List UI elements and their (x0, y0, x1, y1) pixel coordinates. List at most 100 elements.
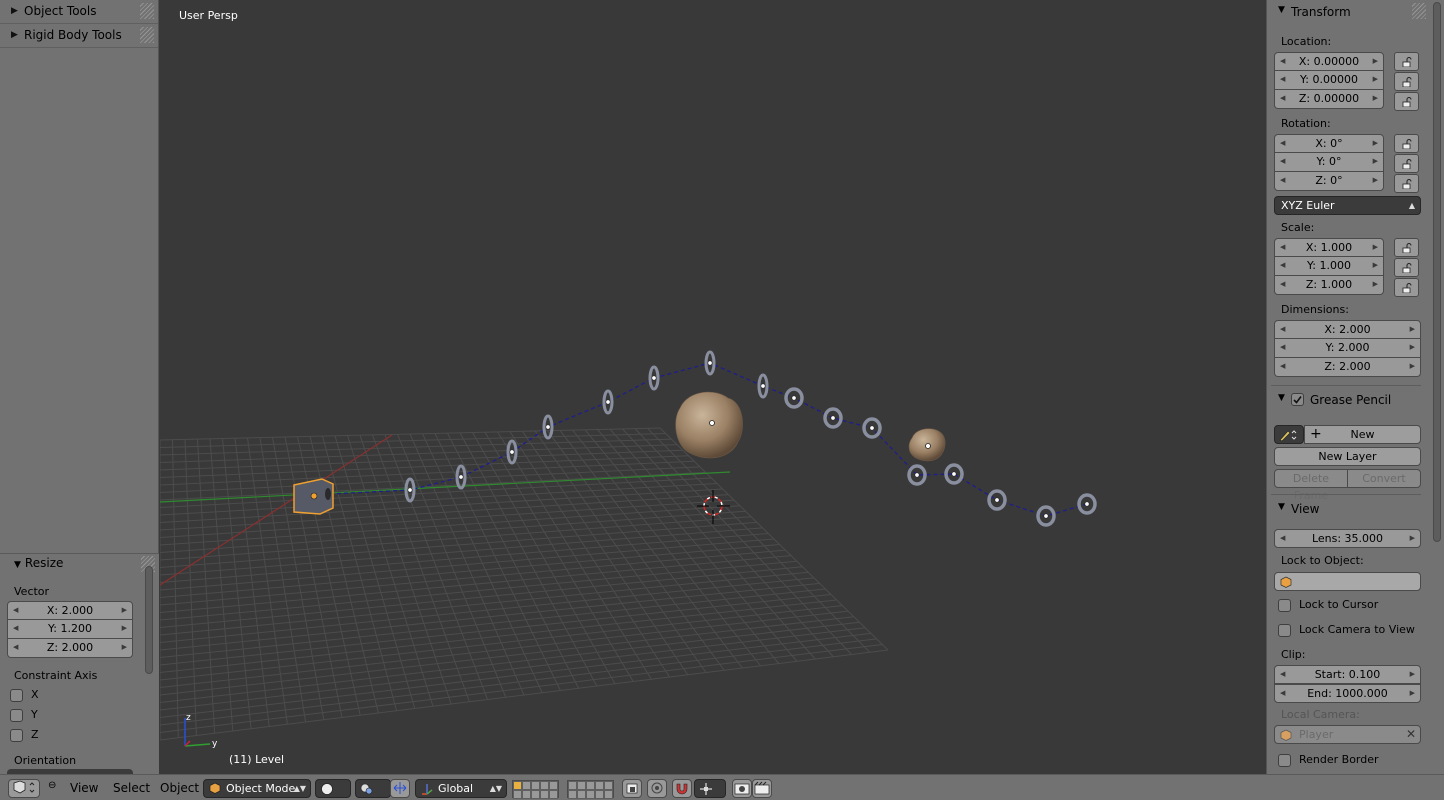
solid-shading-icon (321, 783, 333, 795)
viewport-shading-dropdown[interactable] (315, 779, 351, 798)
convert-button[interactable]: Convert (1347, 469, 1421, 488)
pivot-point-dropdown[interactable] (355, 779, 391, 798)
snap-toggle-button[interactable] (672, 779, 692, 798)
lock-rotation-z-button[interactable] (1394, 174, 1419, 193)
constraint-z-checkbox[interactable]: Z (10, 727, 120, 745)
gizmo-y-label: y (212, 739, 218, 749)
lock-camera-to-view-checkbox[interactable]: Lock Camera to View (1278, 622, 1428, 640)
3d-viewport[interactable]: z y User Persp (11) Level (160, 0, 1266, 774)
ring-markers (404, 350, 1097, 527)
mode-dropdown[interactable]: Object Mode ▲▼ (203, 779, 311, 798)
layer-grid-1[interactable] (512, 780, 559, 799)
properties-scrollbar[interactable] (1433, 2, 1441, 542)
rotation-z-field[interactable]: ◀ Z: 0° ▶ (1274, 172, 1384, 191)
clear-x-icon[interactable]: ✕ (1406, 726, 1416, 743)
scale-x-field[interactable]: ◀ X: 1.000 ▶ (1274, 238, 1384, 257)
rotation-x-field[interactable]: ◀ X: 0° ▶ (1274, 134, 1384, 153)
lens-field[interactable]: ◀ Lens: 35.000 ▶ (1274, 529, 1421, 548)
lock-rotation-x-button[interactable] (1394, 134, 1419, 153)
grease-pencil-panel-header[interactable]: ▼ Grease Pencil (1267, 390, 1431, 412)
scale-z-field[interactable]: ◀ Z: 1.000 ▶ (1274, 276, 1384, 295)
new-layer-button[interactable]: New Layer (1274, 447, 1421, 466)
3d-view-editor-icon (13, 780, 35, 794)
location-y-field[interactable]: ◀ Y: 0.00000 ▶ (1274, 71, 1384, 90)
operator-header[interactable]: ▼ Resize (14, 556, 63, 570)
delete-frame-button[interactable]: Delete Frame (1274, 469, 1348, 502)
checkbox-icon[interactable] (1278, 754, 1291, 767)
lock-layers-button[interactable] (622, 779, 642, 798)
asteroid-large[interactable] (675, 391, 743, 459)
ring-marker (823, 407, 843, 429)
render-border-checkbox[interactable]: Render Border (1278, 752, 1428, 770)
location-z-field[interactable]: ◀ Z: 0.00000 ▶ (1274, 90, 1384, 109)
dimensions-y-field[interactable]: ◀ Y: 2.000 ▶ (1274, 339, 1421, 358)
grease-pencil-enable-checkbox[interactable] (1291, 393, 1304, 406)
constraint-x-checkbox[interactable]: X (10, 687, 120, 705)
panel-object-tools[interactable]: ▶ Object Tools (0, 0, 158, 24)
unlock-icon (1402, 139, 1412, 149)
transform-axes-icon (422, 784, 433, 795)
checkbox-icon[interactable] (10, 709, 23, 722)
rotation-y-field[interactable]: ◀ Y: 0° ▶ (1274, 153, 1384, 172)
collapse-menus-icon[interactable]: ⊖ (48, 780, 56, 791)
editor-type-selector[interactable] (8, 779, 40, 798)
lock-to-object-field[interactable] (1274, 572, 1421, 591)
vector-z-field[interactable]: ◀ Z: 2.000 ▶ (7, 639, 133, 658)
select-menu[interactable]: Select (113, 781, 150, 795)
snap-element-dropdown[interactable] (694, 779, 726, 798)
view-menu[interactable]: View (70, 781, 98, 795)
lock-location-y-button[interactable] (1394, 72, 1419, 91)
render-image-button[interactable] (732, 779, 752, 798)
clapperboard-icon (754, 781, 770, 795)
checkbox-icon[interactable] (1278, 599, 1291, 612)
scale-y-field[interactable]: ◀ Y: 1.000 ▶ (1274, 257, 1384, 276)
panel-rigid-body-tools[interactable]: ▶ Rigid Body Tools (0, 24, 158, 48)
grease-pencil-datablock-selector[interactable] (1274, 425, 1304, 444)
separator (1271, 385, 1421, 386)
vector-y-field[interactable]: ◀ Y: 1.200 ▶ (7, 620, 133, 639)
constraint-y-checkbox[interactable]: Y (10, 707, 120, 725)
grease-pencil-new-button[interactable]: + New (1304, 425, 1421, 444)
object-menu[interactable]: Object (160, 781, 199, 795)
rotation-mode-dropdown[interactable]: XYZ Euler ▲ (1274, 196, 1421, 215)
local-camera-field[interactable]: Player ✕ (1274, 725, 1421, 744)
transform-panel-header[interactable]: ▼ Transform (1267, 2, 1431, 24)
collapse-triangle-icon: ▼ (1278, 5, 1285, 15)
clip-end-field[interactable]: ◀ End: 1000.000 ▶ (1274, 684, 1421, 703)
panel-object-tools-label: Object Tools (24, 4, 97, 18)
drag-grip-icon[interactable] (140, 3, 154, 19)
grease-pencil-title: Grease Pencil (1310, 393, 1392, 407)
render-animation-button[interactable] (752, 779, 772, 798)
dimensions-z-field[interactable]: ◀ Z: 2.000 ▶ (1274, 358, 1421, 377)
ring-marker (862, 417, 882, 439)
checkbox-icon[interactable] (10, 729, 23, 742)
player-object-selected[interactable] (293, 478, 334, 515)
vector-x-field[interactable]: ◀ X: 2.000 ▶ (7, 601, 133, 620)
lock-scale-x-button[interactable] (1394, 238, 1419, 257)
transform-orientation-dropdown[interactable]: Global ▲▼ (415, 779, 507, 798)
lock-scale-y-button[interactable] (1394, 258, 1419, 277)
scene-canvas[interactable]: z y (160, 0, 1266, 774)
drag-grip-icon[interactable] (1412, 3, 1426, 19)
lock-location-x-button[interactable] (1394, 52, 1419, 71)
dimensions-x-field[interactable]: ◀ X: 2.000 ▶ (1274, 320, 1421, 339)
asteroid-small[interactable] (908, 428, 946, 462)
constraint-axis-label: Constraint Axis (14, 669, 98, 682)
view-panel-header[interactable]: ▼ View (1267, 499, 1431, 521)
clip-start-field[interactable]: ◀ Start: 0.100 ▶ (1274, 665, 1421, 684)
checkbox-icon[interactable] (10, 689, 23, 702)
location-x-field[interactable]: ◀ X: 0.00000 ▶ (1274, 52, 1384, 71)
lock-location-z-button[interactable] (1394, 92, 1419, 111)
layer-grid-2[interactable] (567, 780, 614, 799)
lock-scale-z-button[interactable] (1394, 278, 1419, 297)
manipulator-toggle[interactable] (390, 779, 410, 798)
camera-icon (734, 783, 750, 795)
floor-grid (160, 427, 889, 741)
lock-rotation-y-button[interactable] (1394, 154, 1419, 173)
drag-grip-icon[interactable] (140, 27, 154, 43)
expand-triangle-icon: ▶ (11, 30, 18, 40)
lock-to-cursor-checkbox[interactable]: Lock to Cursor (1278, 597, 1428, 615)
checkbox-icon[interactable] (1278, 624, 1291, 637)
proportional-edit-button[interactable] (647, 779, 667, 798)
panel-scrollbar[interactable] (145, 566, 153, 674)
